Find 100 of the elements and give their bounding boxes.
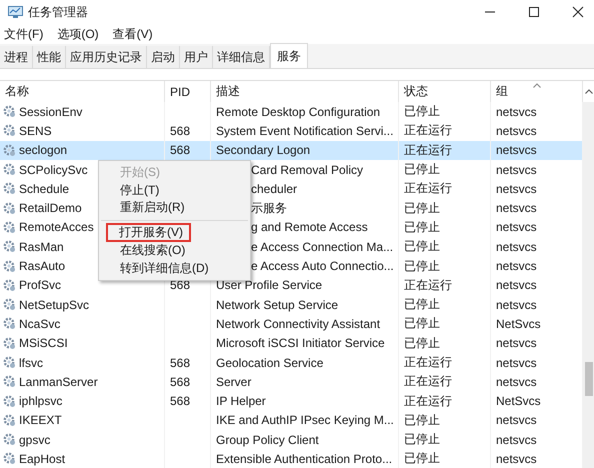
group-cell: netsvcs — [496, 124, 537, 138]
service-name: SCPolicySvc — [19, 162, 88, 177]
column-header[interactable]: 状态 — [399, 81, 491, 102]
scrollbar[interactable] — [583, 102, 594, 468]
sort-caret-icon — [533, 83, 541, 88]
menu-item[interactable]: 文件(F) — [4, 26, 44, 42]
status-cell: 正在运行 — [404, 373, 452, 390]
service-name: LanmanServer — [19, 374, 98, 389]
group-cell: netsvcs — [496, 298, 537, 312]
status-cell: 正在运行 — [404, 180, 452, 198]
status-cell: 已停止 — [404, 315, 440, 332]
group-cell: netsvcs — [496, 356, 537, 370]
group-cell: netsvcs — [496, 432, 537, 447]
gear-icon — [3, 356, 16, 369]
column-header[interactable]: 描述 — [211, 81, 399, 102]
description-cell: cheduler — [251, 182, 298, 196]
tab[interactable]: 启动 — [147, 46, 180, 68]
tab[interactable]: 进程 — [0, 46, 33, 68]
description-cell: Network Setup Service — [216, 298, 338, 312]
monitor-icon — [8, 6, 23, 18]
description-cell: e Access Auto Connectio... — [251, 259, 394, 274]
table-row[interactable]: seclogon 568 Secondary Logon 正在运行 netsvcs — [0, 140, 583, 160]
description-cell: IP Helper — [216, 394, 266, 408]
pid-cell: 568 — [170, 278, 190, 292]
status-cell: 正在运行 — [404, 122, 452, 140]
column-header[interactable]: 名称 — [0, 81, 165, 102]
pid-cell: 568 — [170, 124, 190, 138]
description-cell: Server — [216, 374, 252, 389]
column-header[interactable]: PID — [165, 81, 211, 102]
service-name: lfsvc — [19, 356, 43, 370]
gear-icon — [3, 394, 16, 408]
group-cell: netsvcs — [496, 104, 537, 119]
status-cell: 正在运行 — [404, 392, 452, 410]
service-name: EapHost — [19, 452, 66, 466]
tab[interactable]: 详细信息 — [213, 46, 270, 68]
service-name: NcaSvc — [19, 316, 60, 331]
maximize-icon[interactable] — [528, 6, 540, 18]
service-name: seclogon — [19, 143, 68, 158]
pid-cell: 568 — [170, 143, 190, 158]
group-cell: netsvcs — [496, 220, 537, 234]
menu-item[interactable]: 查看(V) — [112, 26, 153, 42]
service-name: Schedule — [19, 182, 70, 196]
group-cell: netsvcs — [496, 143, 537, 158]
group-cell: netsvcs — [496, 278, 537, 292]
context-menu-item[interactable]: 停止(T) — [99, 182, 250, 199]
group-cell: netsvcs — [496, 240, 537, 254]
gear-icon — [3, 105, 16, 118]
group-cell: netsvcs — [496, 374, 537, 389]
group-cell: netsvcs — [496, 162, 537, 177]
context-menu-item[interactable]: 转到详细信息(D) — [99, 260, 250, 277]
status-cell: 已停止 — [404, 334, 440, 352]
gear-icon — [3, 220, 16, 234]
context-menu-item[interactable]: 重新启动(R) — [99, 199, 250, 216]
description-cell: 示服务 — [251, 200, 287, 217]
status-cell: 已停止 — [404, 296, 440, 314]
service-name: RemoteAcces — [19, 220, 94, 234]
status-cell: 已停止 — [404, 218, 440, 236]
description-cell: Microsoft iSCSI Initiator Service — [216, 336, 385, 350]
group-cell: netsvcs — [496, 259, 537, 274]
service-name: ProfSvc — [19, 278, 62, 292]
scroll-thumb[interactable] — [585, 362, 593, 396]
gear-icon — [3, 124, 16, 138]
gear-icon — [3, 260, 16, 273]
tab[interactable]: 应用历史记录 — [66, 46, 147, 68]
column-header[interactable]: 组 — [491, 81, 583, 102]
status-cell: 正在运行 — [404, 276, 452, 294]
service-name: IKEEXT — [19, 413, 62, 428]
gear-icon — [3, 202, 16, 215]
status-cell: 已停止 — [404, 238, 440, 256]
group-cell: netsvcs — [496, 201, 537, 216]
menu-item[interactable]: 选项(O) — [57, 26, 99, 42]
group-cell: netsvcs — [496, 452, 537, 466]
description-cell: Card Removal Policy — [251, 162, 364, 177]
service-name: SessionEnv — [19, 104, 82, 119]
group-cell: netsvcs — [496, 336, 537, 350]
status-cell: 已停止 — [404, 450, 440, 468]
close-icon[interactable] — [572, 6, 584, 18]
description-cell: Secondary Logon — [216, 143, 310, 158]
tab[interactable]: 服务 — [270, 43, 308, 68]
description-cell: Extensible Authentication Proto... — [216, 452, 392, 466]
gear-icon — [3, 375, 16, 388]
gear-icon — [3, 452, 16, 466]
status-cell: 已停止 — [404, 103, 440, 120]
status-cell: 已停止 — [404, 161, 440, 178]
status-cell: 已停止 — [404, 431, 440, 448]
group-cell: netsvcs — [496, 413, 537, 428]
description-cell: Remote Desktop Configuration — [216, 104, 380, 119]
description-cell: g and Remote Access — [251, 220, 368, 234]
pid-cell: 568 — [170, 394, 190, 408]
pid-cell: 568 — [170, 374, 190, 389]
service-name: RasMan — [19, 240, 64, 254]
tab[interactable]: 用户 — [180, 46, 213, 68]
gear-icon — [3, 163, 16, 176]
status-cell: 正在运行 — [404, 142, 452, 159]
gear-icon — [3, 336, 16, 350]
scroll-up-icon[interactable] — [584, 89, 592, 94]
tab[interactable]: 性能 — [33, 46, 66, 68]
status-cell: 已停止 — [404, 200, 440, 217]
status-cell: 已停止 — [404, 258, 440, 275]
service-name: SENS — [19, 124, 52, 138]
